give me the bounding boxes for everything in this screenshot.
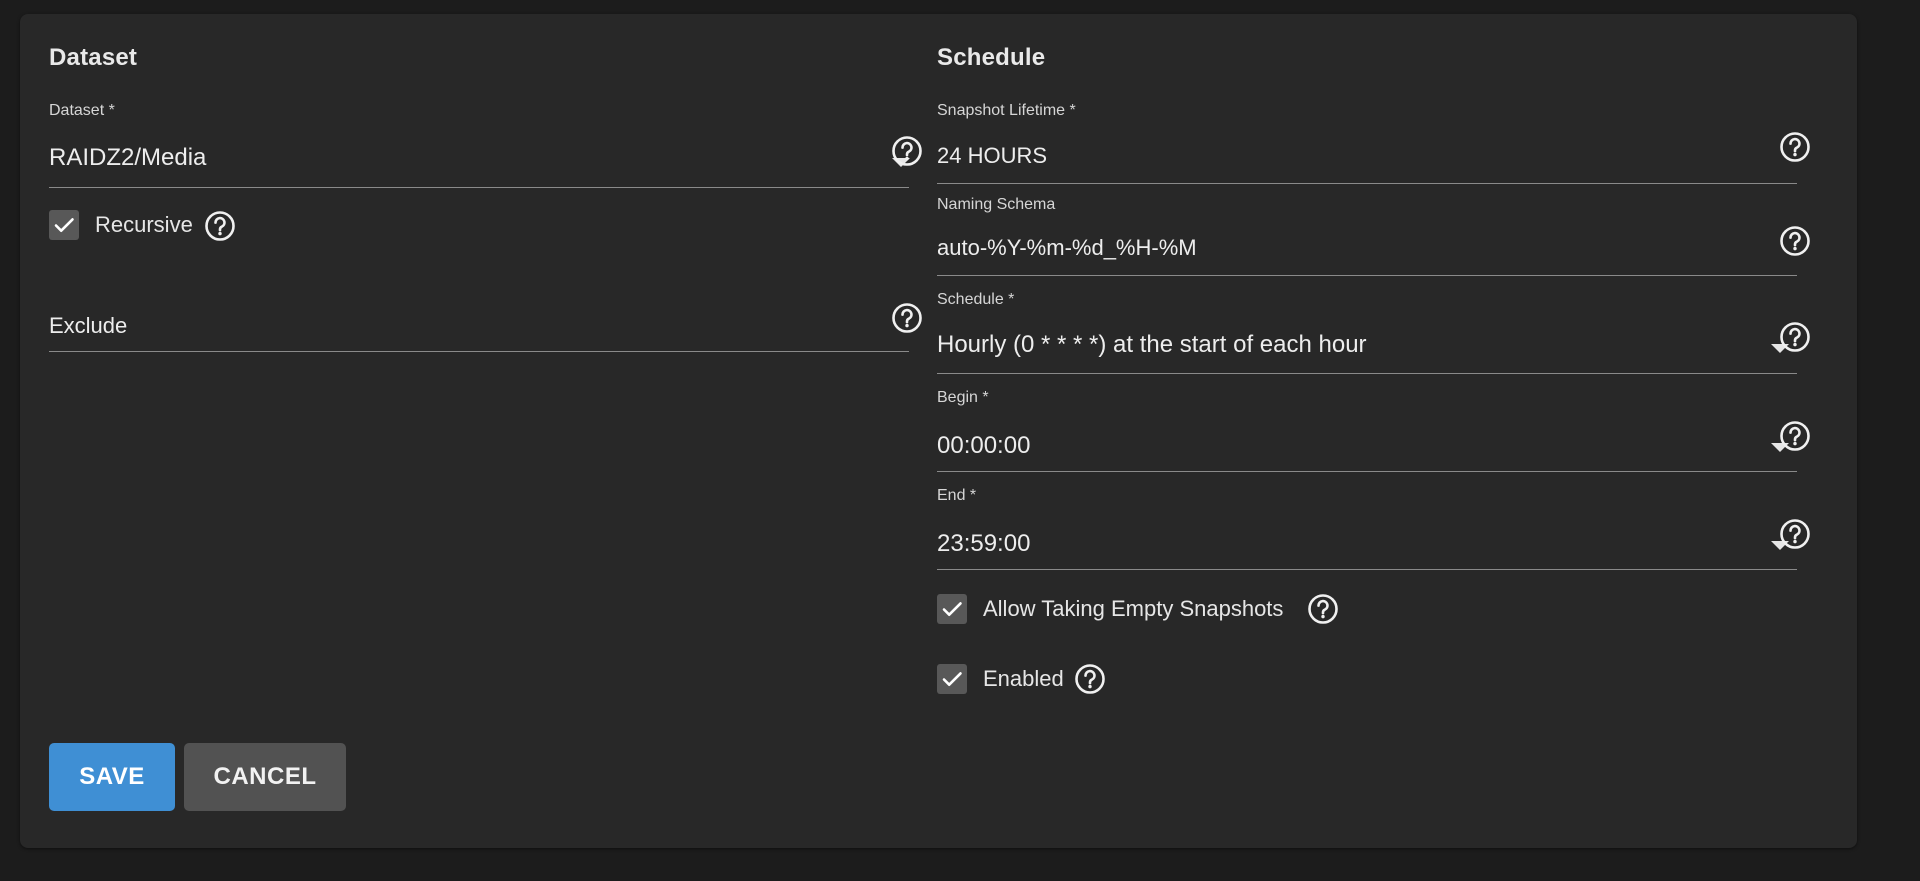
enabled-label: Enabled bbox=[983, 666, 1064, 691]
snapshot-lifetime-underline bbox=[937, 183, 1797, 184]
begin-select[interactable]: 00:00:00 bbox=[937, 414, 1797, 472]
begin-underline bbox=[937, 471, 1797, 472]
begin-select-value: 00:00:00 bbox=[937, 432, 1031, 459]
naming-schema-input[interactable]: auto-%Y-%m-%d_%H-%M bbox=[937, 220, 1797, 276]
dataset-select-value: RAIDZ2/Media bbox=[49, 144, 207, 171]
schedule-section-title: Schedule bbox=[937, 44, 1046, 71]
check-icon bbox=[54, 218, 74, 232]
begin-field-label: Begin * bbox=[937, 389, 989, 406]
help-circle-icon[interactable] bbox=[204, 210, 236, 242]
end-underline bbox=[937, 569, 1797, 570]
dataset-underline bbox=[49, 187, 909, 188]
enabled-checkbox-row[interactable]: Enabled bbox=[937, 663, 1064, 695]
schedule-underline bbox=[937, 373, 1797, 374]
help-circle-icon[interactable] bbox=[891, 302, 923, 334]
end-select[interactable]: 23:59:00 bbox=[937, 512, 1797, 570]
dataset-field-label: Dataset * bbox=[49, 102, 115, 119]
exclude-underline bbox=[49, 351, 909, 352]
snapshot-lifetime-label: Snapshot Lifetime * bbox=[937, 102, 1076, 119]
recursive-checkbox-row[interactable]: Recursive bbox=[49, 210, 193, 240]
naming-schema-label: Naming Schema bbox=[937, 196, 1056, 213]
allow-empty-checkbox[interactable] bbox=[937, 594, 967, 624]
exclude-label: Exclude bbox=[49, 313, 128, 338]
help-circle-icon[interactable] bbox=[1779, 131, 1811, 163]
save-button[interactable]: SAVE bbox=[49, 743, 175, 811]
schedule-select-value: Hourly (0 * * * *) at the start of each … bbox=[937, 331, 1367, 358]
cancel-button[interactable]: CANCEL bbox=[184, 743, 346, 811]
recursive-checkbox[interactable] bbox=[49, 210, 79, 240]
check-icon bbox=[942, 672, 962, 686]
help-circle-icon[interactable] bbox=[1779, 518, 1811, 550]
help-circle-icon[interactable] bbox=[1779, 420, 1811, 452]
help-circle-icon[interactable] bbox=[1779, 321, 1811, 353]
naming-schema-underline bbox=[937, 275, 1797, 276]
allow-empty-label: Allow Taking Empty Snapshots bbox=[983, 596, 1284, 621]
recursive-label: Recursive bbox=[95, 212, 193, 237]
exclude-input[interactable]: Exclude bbox=[49, 300, 909, 352]
dataset-section-title: Dataset bbox=[49, 44, 138, 71]
help-circle-icon[interactable] bbox=[1074, 663, 1106, 695]
check-icon bbox=[942, 602, 962, 616]
end-select-value: 23:59:00 bbox=[937, 530, 1031, 557]
enabled-checkbox[interactable] bbox=[937, 664, 967, 694]
end-field-label: End * bbox=[937, 487, 977, 504]
schedule-field-label: Schedule * bbox=[937, 291, 1015, 308]
snapshot-lifetime-value: 24 HOURS bbox=[937, 143, 1048, 168]
schedule-select[interactable]: Hourly (0 * * * *) at the start of each … bbox=[937, 316, 1797, 374]
help-circle-icon[interactable] bbox=[1307, 593, 1339, 625]
naming-schema-value: auto-%Y-%m-%d_%H-%M bbox=[937, 235, 1197, 260]
help-circle-icon[interactable] bbox=[1779, 225, 1811, 257]
dataset-select[interactable]: RAIDZ2/Media bbox=[49, 126, 910, 188]
allow-empty-checkbox-row[interactable]: Allow Taking Empty Snapshots bbox=[937, 593, 1283, 625]
snapshot-task-form-card: Dataset Dataset * RAIDZ2/Media Recursive… bbox=[20, 14, 1857, 848]
snapshot-lifetime-input[interactable]: 24 HOURS bbox=[937, 126, 1797, 184]
help-circle-icon[interactable] bbox=[891, 135, 923, 167]
